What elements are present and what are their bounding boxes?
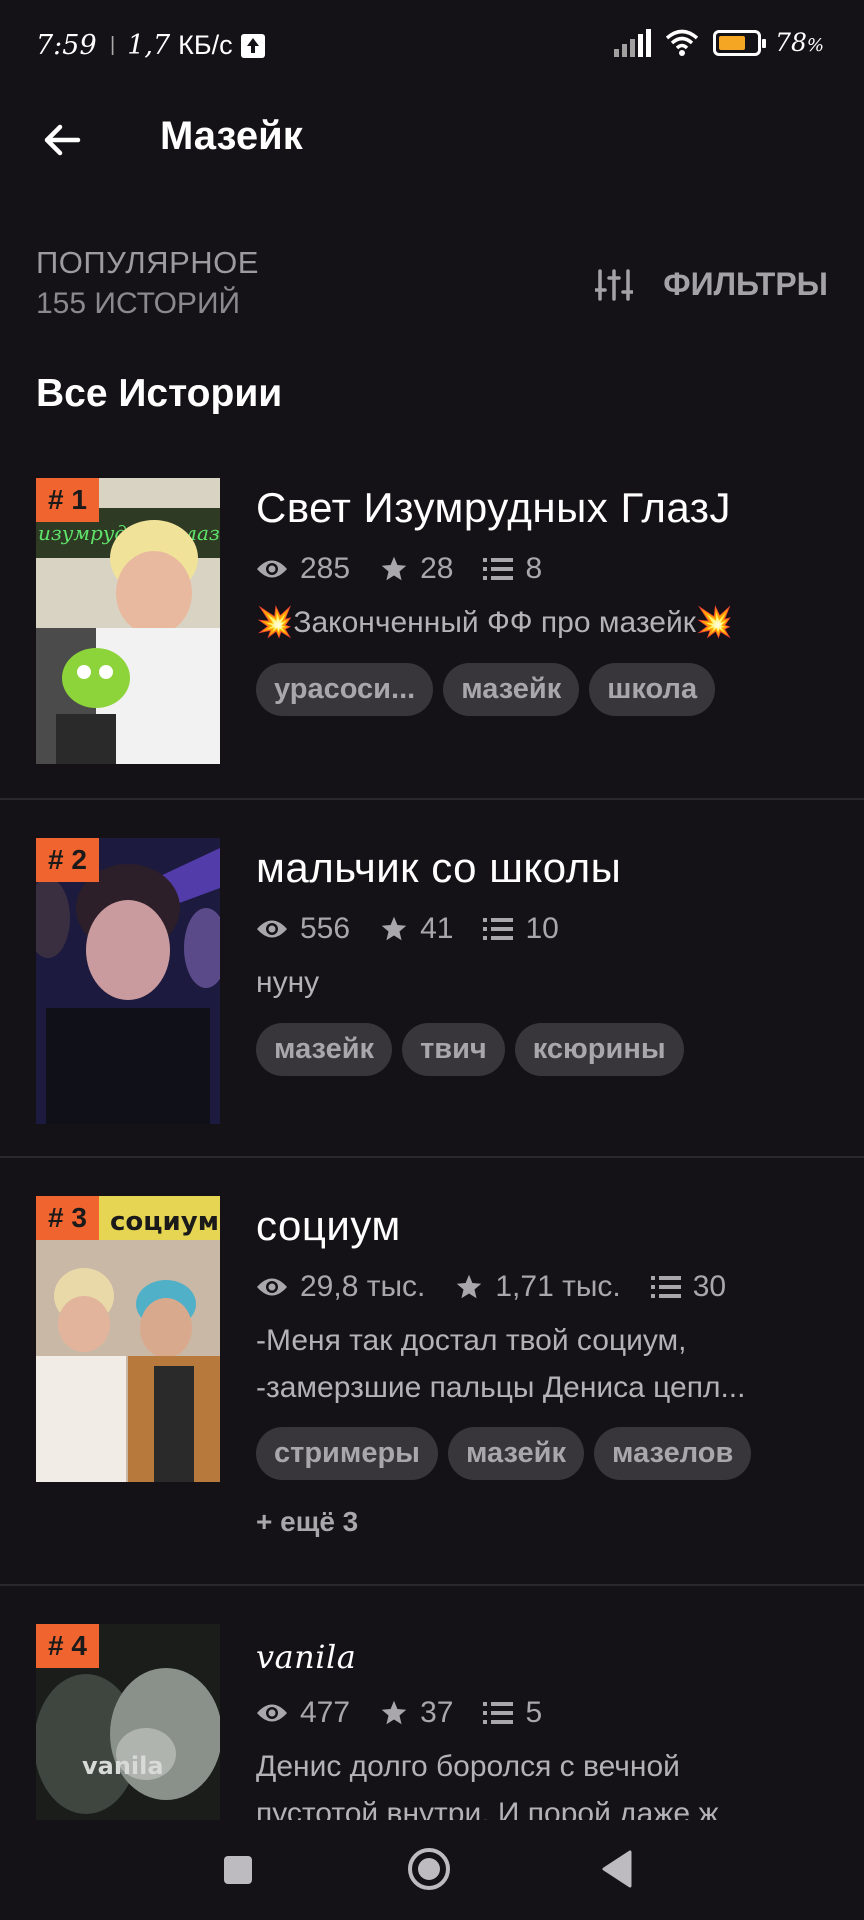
tag-list: урасоси... мазейк школа xyxy=(256,662,836,716)
battery-icon xyxy=(713,29,767,56)
list-icon xyxy=(483,918,514,940)
sort-title: ПОПУЛЯРНОЕ xyxy=(36,245,259,280)
network-speed-unit: КБ/с xyxy=(178,30,233,60)
tag-chip[interactable]: твич xyxy=(402,1022,505,1076)
story-stats: 477 37 5 xyxy=(256,1696,836,1730)
story-card[interactable]: # 2 мальчик со школы 556 41 10 нуну мазе… xyxy=(0,800,864,1156)
tag-chip[interactable]: мазейк xyxy=(256,1022,393,1076)
chapters-count: 5 xyxy=(525,1696,543,1729)
chapters-count: 8 xyxy=(525,552,543,585)
story-card[interactable]: vanila # 4 vanila 477 37 5 Денис долго б… xyxy=(0,1586,864,1820)
story-cover[interactable]: vanila # 4 xyxy=(36,1624,220,1820)
eye-icon xyxy=(257,920,287,938)
stars-count: 28 xyxy=(420,552,454,585)
star-icon xyxy=(381,1700,407,1725)
eye-icon xyxy=(257,1704,287,1722)
story-description: 💥Законченный ФФ про мазейк💥 xyxy=(256,606,734,639)
tag-chip[interactable]: стримеры xyxy=(256,1427,438,1480)
story-title[interactable]: социум xyxy=(256,1202,836,1250)
network-speed-value: 1,7 xyxy=(127,30,171,61)
cover-text: социум xyxy=(110,1207,219,1237)
story-list[interactable]: изумрудных глаз # 1 Свет Изумрудных Глаз… xyxy=(0,440,864,1820)
story-stats: 285 28 8 xyxy=(256,552,836,586)
rank-badge: # 4 xyxy=(36,1624,99,1668)
tag-list: стримеры мазейк мазелов xyxy=(256,1427,836,1480)
rank-badge: # 3 xyxy=(36,1196,99,1240)
story-stats: 556 41 10 xyxy=(256,912,836,946)
views-count: 556 xyxy=(300,912,351,945)
stars-count: 1,71 тыс. xyxy=(495,1270,621,1303)
circle-home-icon[interactable] xyxy=(406,1846,452,1892)
tag-chip[interactable]: мазелов xyxy=(594,1427,752,1480)
wifi-icon xyxy=(665,29,699,56)
tag-chip[interactable]: мазейк xyxy=(443,662,580,716)
story-stats: 29,8 тыс. 1,71 тыс. 30 xyxy=(256,1270,836,1304)
battery-percent: 78 xyxy=(775,28,807,57)
chapters-count: 10 xyxy=(525,912,559,945)
rank-badge: # 1 xyxy=(36,478,99,522)
sort-selector[interactable]: ПОПУЛЯРНОЕ 155 ИСТОРИЙ xyxy=(36,245,259,321)
upload-icon xyxy=(240,33,265,58)
story-card[interactable]: изумрудных глаз # 1 Свет Изумрудных Глаз… xyxy=(0,440,864,798)
stars-count: 37 xyxy=(420,1696,454,1729)
filters-label: ФИЛЬТРЫ xyxy=(663,266,828,302)
filters-button[interactable]: ФИЛЬТРЫ xyxy=(595,266,828,303)
square-icon[interactable] xyxy=(222,1854,254,1886)
list-icon xyxy=(650,1276,681,1298)
sliders-icon xyxy=(595,268,634,301)
story-description-line2: пустотой внутри. И порой даже ж xyxy=(256,1796,719,1821)
system-nav-bar xyxy=(0,1820,864,1920)
network-speed: | 1,7 КБ/с xyxy=(110,30,265,61)
status-bar: 7:59 | 1,7 КБ/с 78% xyxy=(0,0,864,96)
more-tags-link[interactable]: + ещё 3 xyxy=(256,1506,836,1538)
arrow-left-icon[interactable] xyxy=(36,114,88,166)
story-cover[interactable]: социум # 3 xyxy=(36,1196,220,1482)
views-count: 29,8 тыс. xyxy=(300,1270,426,1303)
status-time: 7:59 xyxy=(36,30,97,61)
stars-count: 41 xyxy=(420,912,454,945)
story-description: -Меня так достал твой социум, xyxy=(256,1324,687,1357)
tag-chip[interactable]: мазейк xyxy=(447,1427,584,1480)
app-bar: Мазейк xyxy=(0,96,864,212)
list-icon xyxy=(483,558,514,580)
tag-chip[interactable]: школа xyxy=(589,662,716,716)
list-icon xyxy=(483,1702,514,1724)
rank-badge: # 2 xyxy=(36,838,99,882)
story-title[interactable]: vanila xyxy=(256,1638,836,1676)
story-description-line2: -замерзшие пальцы Дениса цепл... xyxy=(256,1370,746,1404)
tag-chip[interactable]: урасоси... xyxy=(256,662,434,716)
star-icon xyxy=(381,556,407,581)
story-title[interactable]: Свет Изумрудных ГлазJ xyxy=(256,484,836,532)
eye-icon xyxy=(257,1278,287,1296)
story-description: Денис долго боролся с вечной xyxy=(256,1750,680,1783)
tag-chip[interactable]: ксюрины xyxy=(514,1022,684,1076)
story-description: нуну xyxy=(256,966,320,999)
tag-list: мазейк твич ксюрины xyxy=(256,1022,836,1076)
eye-icon xyxy=(257,560,287,578)
triangle-back-icon[interactable] xyxy=(600,1850,634,1888)
story-cover[interactable]: # 2 xyxy=(36,838,220,1124)
story-title[interactable]: мальчик со школы xyxy=(256,844,836,892)
chapters-count: 30 xyxy=(692,1270,727,1303)
story-card[interactable]: социум # 3 социум 29,8 тыс. 1,71 тыс. 30… xyxy=(0,1158,864,1584)
status-icons: 78% xyxy=(614,28,824,57)
views-count: 285 xyxy=(300,552,351,585)
cover-text: vanila xyxy=(82,1752,164,1780)
story-cover[interactable]: изумрудных глаз # 1 xyxy=(36,478,220,764)
star-icon xyxy=(457,1274,482,1299)
page-title: Мазейк xyxy=(160,114,303,158)
section-title: Все Истории xyxy=(36,372,283,415)
story-count: 155 ИСТОРИЙ xyxy=(36,287,241,320)
star-icon xyxy=(381,916,407,941)
views-count: 477 xyxy=(300,1696,351,1729)
signal-icon xyxy=(614,28,652,57)
